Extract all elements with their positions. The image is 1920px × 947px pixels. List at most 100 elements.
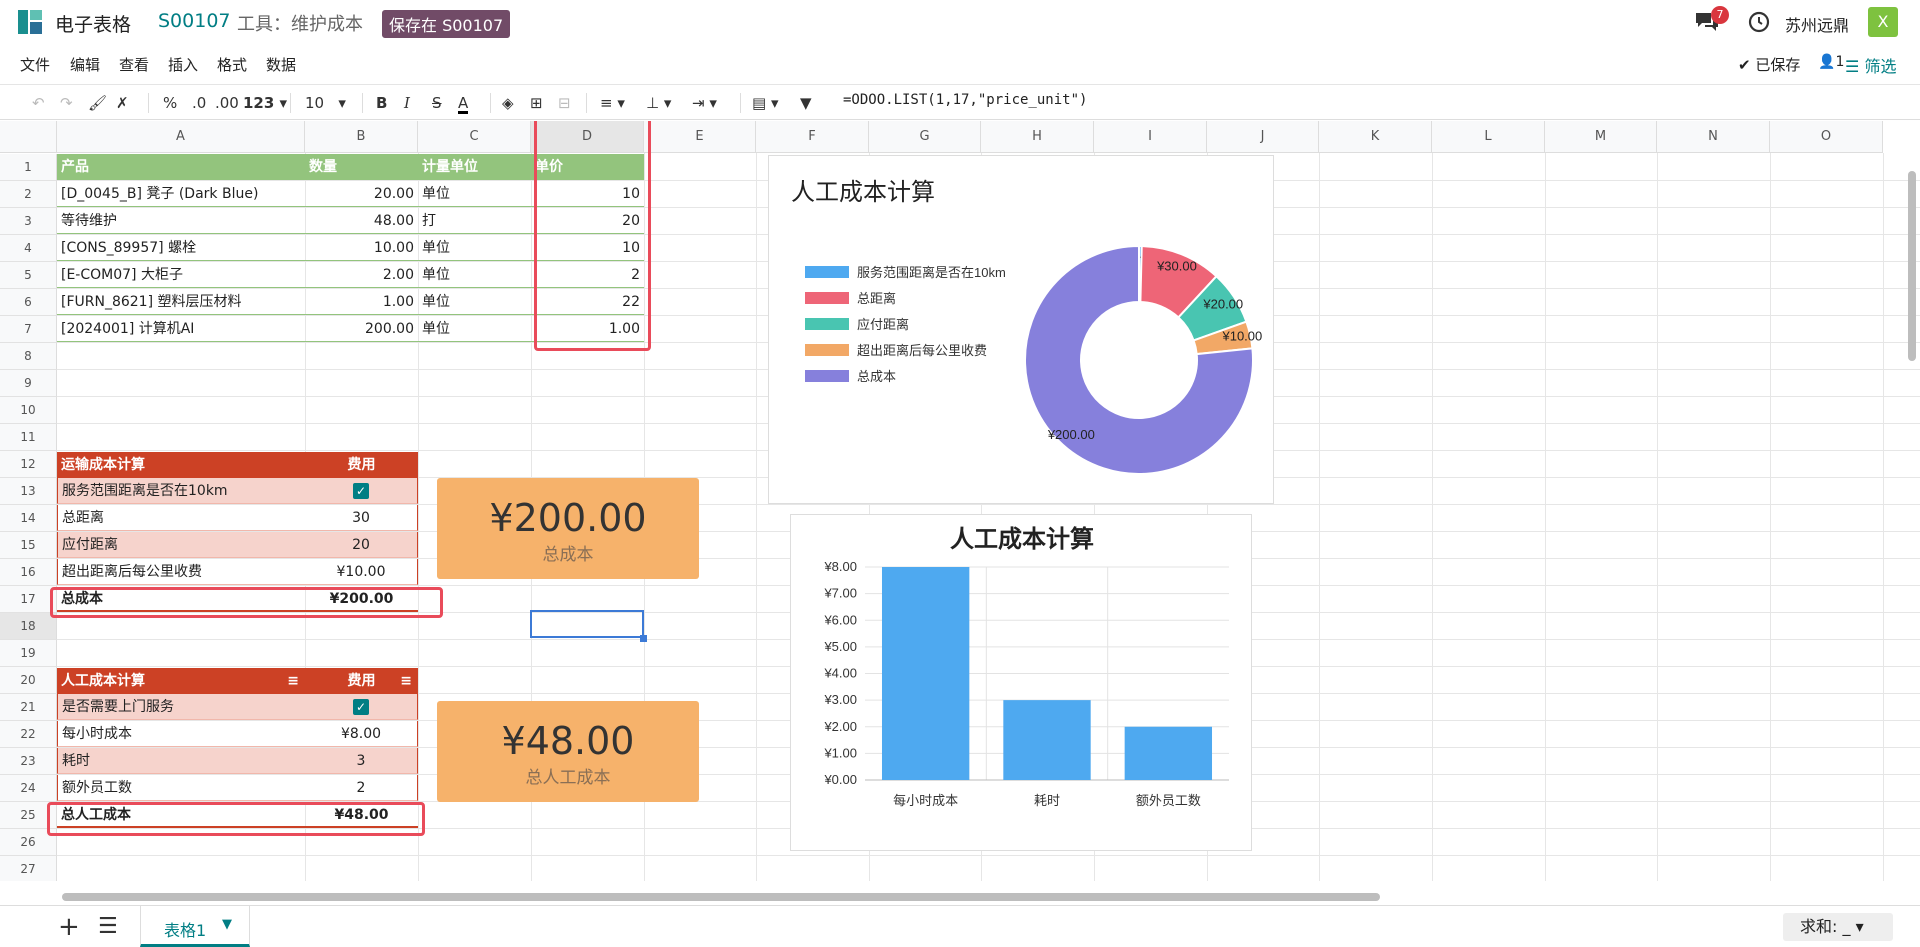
product-cell[interactable]: 单位 bbox=[418, 235, 531, 261]
product-header-product[interactable]: 产品 bbox=[57, 154, 305, 180]
product-cell[interactable]: 200.00 bbox=[305, 316, 418, 342]
vertical-align-icon[interactable]: ⊥ ▾ bbox=[646, 92, 671, 114]
column-header-k[interactable]: K bbox=[1319, 121, 1432, 153]
product-cell[interactable]: [D_0045_B] 凳子 (Dark Blue) bbox=[57, 181, 305, 207]
menu-edit[interactable]: 编辑 bbox=[70, 54, 100, 75]
column-header-o[interactable]: O bbox=[1770, 121, 1883, 153]
product-cell[interactable]: 单位 bbox=[418, 289, 531, 315]
text-color-button[interactable]: A bbox=[458, 92, 469, 114]
row-header[interactable]: 7 bbox=[0, 316, 57, 343]
filter-sort-icon[interactable]: ≡ bbox=[400, 668, 412, 695]
paint-format-icon[interactable]: 🖌 bbox=[88, 92, 107, 114]
document-id-link[interactable]: S00107 bbox=[158, 10, 231, 32]
column-header-f[interactable]: F bbox=[756, 121, 869, 153]
sheet-tab-1[interactable]: 表格1 ▼ bbox=[140, 906, 250, 947]
add-sheet-icon[interactable]: + bbox=[58, 912, 80, 942]
product-cell[interactable]: 10.00 bbox=[305, 235, 418, 261]
column-header-h[interactable]: H bbox=[981, 121, 1094, 153]
formula-bar[interactable]: =ODOO.LIST(1,17,"price_unit") bbox=[843, 92, 1087, 108]
sheet-list-icon[interactable]: ☰ bbox=[98, 914, 118, 939]
row-header[interactable]: 10 bbox=[0, 397, 57, 424]
row-header[interactable]: 21 bbox=[0, 694, 57, 721]
text-wrap-icon[interactable]: ⇥ ▾ bbox=[692, 92, 717, 114]
column-header-a[interactable]: A bbox=[57, 121, 305, 153]
transport-label-cell[interactable]: 超出距离后每公里收费 bbox=[57, 559, 305, 585]
number-format-dropdown[interactable]: 123 ▾ bbox=[243, 92, 287, 114]
fill-color-icon[interactable]: ◈ bbox=[502, 92, 514, 114]
product-cell[interactable]: 单位 bbox=[418, 262, 531, 288]
row-header[interactable]: 5 bbox=[0, 262, 57, 289]
labor-header-fee[interactable]: 费用 ≡ bbox=[305, 668, 418, 695]
menu-file[interactable]: 文件 bbox=[20, 54, 50, 75]
company-name[interactable]: 苏州远鼎 bbox=[1785, 12, 1849, 36]
conditional-format-icon[interactable]: ▤ ▾ bbox=[752, 92, 778, 114]
active-users[interactable]: 👤1 bbox=[1818, 54, 1844, 70]
product-cell[interactable]: 48.00 bbox=[305, 208, 418, 234]
menu-data[interactable]: 数据 bbox=[266, 54, 296, 75]
column-header-b[interactable]: B bbox=[305, 121, 418, 153]
row-header[interactable]: 19 bbox=[0, 640, 57, 667]
horizontal-scrollbar[interactable] bbox=[62, 893, 1380, 901]
row-header[interactable]: 20 bbox=[0, 667, 57, 694]
bold-button[interactable]: B bbox=[376, 92, 387, 114]
product-cell[interactable]: [2024001] 计算机AI bbox=[57, 316, 305, 342]
bar[interactable] bbox=[1124, 726, 1213, 780]
product-cell[interactable]: 单位 bbox=[418, 316, 531, 342]
row-header[interactable]: 4 bbox=[0, 235, 57, 262]
filter-funnel-icon[interactable]: ▼ bbox=[800, 92, 812, 114]
labor-label-cell[interactable]: 每小时成本 bbox=[57, 721, 305, 747]
transport-value-cell[interactable]: 20 bbox=[305, 532, 418, 558]
decrease-decimal-button[interactable]: .0 bbox=[192, 92, 206, 114]
borders-icon[interactable]: ⊞ bbox=[530, 92, 543, 114]
labor-value-cell[interactable]: ¥8.00 bbox=[305, 721, 418, 747]
row-header[interactable]: 18 bbox=[0, 613, 57, 640]
increase-decimal-button[interactable]: .00 bbox=[215, 92, 239, 114]
user-avatar[interactable]: X bbox=[1868, 7, 1898, 37]
row-header[interactable]: 3 bbox=[0, 208, 57, 235]
product-cell[interactable]: 2.00 bbox=[305, 262, 418, 288]
bar-chart[interactable]: 人工成本计算 ¥0.00 ¥1.00 ¥2.00 ¥3.00 ¥4.00 ¥5.00 ¥6.0… bbox=[790, 514, 1252, 851]
row-header[interactable]: 22 bbox=[0, 721, 57, 748]
row-header[interactable]: 13 bbox=[0, 478, 57, 505]
row-header[interactable]: 24 bbox=[0, 775, 57, 802]
clear-format-icon[interactable]: ✗ bbox=[116, 92, 129, 114]
italic-button[interactable]: I bbox=[404, 92, 410, 114]
transport-header-fee[interactable]: 费用 bbox=[305, 452, 418, 479]
labor-label-cell[interactable]: 是否需要上门服务 bbox=[57, 694, 305, 720]
product-cell[interactable]: 单位 bbox=[418, 181, 531, 207]
menu-view[interactable]: 查看 bbox=[119, 54, 149, 75]
save-location-badge[interactable]: 保存在 S00107 bbox=[382, 10, 511, 38]
transport-header-label[interactable]: 运输成本计算 bbox=[57, 452, 305, 479]
row-header[interactable]: 8 bbox=[0, 343, 57, 370]
caret-down-icon[interactable]: ▼ bbox=[222, 917, 232, 932]
row-header[interactable]: 23 bbox=[0, 748, 57, 775]
checkbox-checked-icon[interactable]: ✓ bbox=[353, 699, 369, 715]
product-cell[interactable]: [CONS_89957] 螺栓 bbox=[57, 235, 305, 261]
column-header-l[interactable]: L bbox=[1432, 121, 1545, 153]
row-header[interactable]: 15 bbox=[0, 532, 57, 559]
column-header-e[interactable]: E bbox=[644, 121, 756, 153]
redo-icon[interactable]: ↷ bbox=[60, 92, 73, 114]
merge-cells-icon[interactable]: ⊟ bbox=[558, 92, 571, 114]
spreadsheet-logo-icon[interactable] bbox=[18, 10, 42, 34]
column-header-j[interactable]: J bbox=[1207, 121, 1319, 153]
undo-icon[interactable]: ↶ bbox=[32, 92, 45, 114]
labor-checkbox-cell[interactable]: ✓ bbox=[305, 694, 418, 720]
app-title[interactable]: 电子表格 bbox=[55, 10, 131, 37]
vertical-scrollbar[interactable] bbox=[1908, 171, 1916, 361]
product-cell[interactable]: [FURN_8621] 塑料层压材料 bbox=[57, 289, 305, 315]
labor-value-cell[interactable]: 2 bbox=[305, 775, 418, 801]
select-all-corner[interactable] bbox=[0, 121, 57, 153]
labor-value-cell[interactable]: 3 bbox=[305, 748, 418, 774]
labor-header-label[interactable]: 人工成本计算 ≡ bbox=[57, 668, 305, 695]
product-cell[interactable]: 等待维护 bbox=[57, 208, 305, 234]
kpi-total-cost[interactable]: ¥200.00 总成本 bbox=[437, 478, 699, 579]
product-header-uom[interactable]: 计量单位 bbox=[418, 154, 531, 180]
transport-value-cell[interactable]: ¥10.00 bbox=[305, 559, 418, 585]
transport-checkbox-cell[interactable]: ✓ bbox=[305, 478, 418, 504]
horizontal-align-icon[interactable]: ≡ ▾ bbox=[600, 92, 625, 114]
product-header-qty[interactable]: 数量 bbox=[305, 154, 418, 180]
column-header-n[interactable]: N bbox=[1657, 121, 1770, 153]
product-cell[interactable]: [E-COM07] 大柜子 bbox=[57, 262, 305, 288]
row-header[interactable]: 16 bbox=[0, 559, 57, 586]
